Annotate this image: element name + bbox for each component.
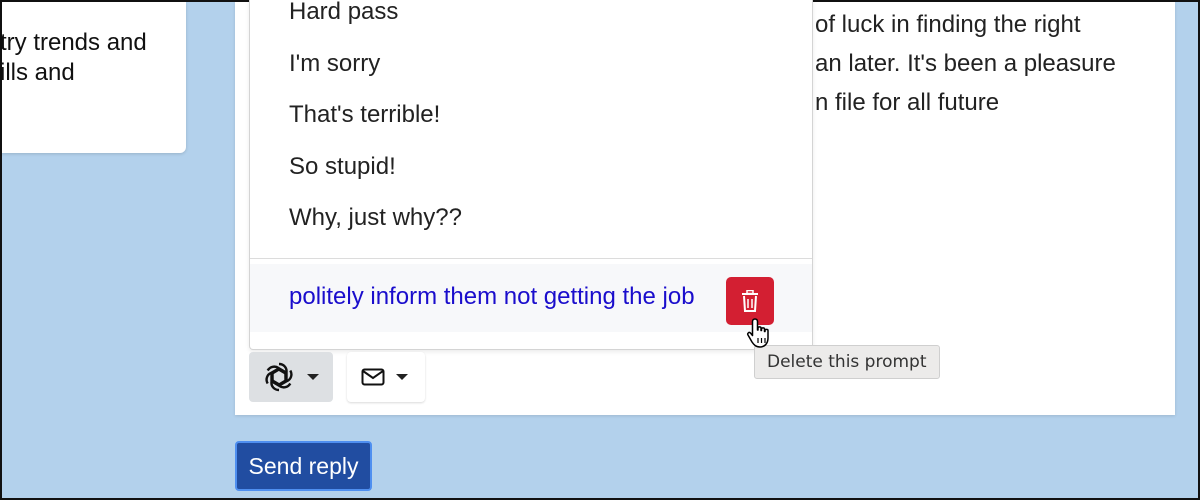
prompt-item-hard-pass[interactable]: Hard pass xyxy=(289,0,398,26)
chevron-down-icon xyxy=(307,374,319,380)
email-body-line-2: an later. It's been a pleasure xyxy=(815,50,1116,77)
custom-prompt-link[interactable]: politely inform them not getting the job xyxy=(289,283,695,311)
custom-prompt-row[interactable]: politely inform them not getting the job xyxy=(250,264,812,332)
delete-prompt-tooltip: Delete this prompt xyxy=(754,345,940,379)
email-body-line-3: n file for all future xyxy=(815,89,1000,116)
dropdown-divider xyxy=(250,258,812,259)
prompt-item-why-just-why[interactable]: Why, just why?? xyxy=(289,204,462,232)
ai-prompt-dropdown-button[interactable] xyxy=(249,352,333,402)
trash-icon xyxy=(742,290,758,312)
openai-logo-icon xyxy=(265,362,293,392)
prompt-item-thats-terrible[interactable]: That's terrible! xyxy=(289,101,440,129)
prompt-item-so-stupid[interactable]: So stupid! xyxy=(289,153,396,181)
email-template-dropdown-button[interactable] xyxy=(347,352,425,402)
previous-message-line-1: try trends and xyxy=(2,29,147,56)
prompt-dropdown-menu: Hard pass I'm sorry That's terrible! So … xyxy=(249,0,813,350)
hand-pointer-cursor-icon xyxy=(747,318,769,348)
previous-message-card: try trends and ills and xyxy=(2,2,186,153)
previous-message-line-2: ills and xyxy=(2,59,75,86)
email-body-line-1: of luck in finding the right xyxy=(815,11,1081,38)
send-reply-button[interactable]: Send reply xyxy=(235,441,372,491)
chevron-down-icon xyxy=(396,374,408,380)
prompt-item-im-sorry[interactable]: I'm sorry xyxy=(289,50,380,78)
envelope-icon xyxy=(361,368,385,386)
email-body-text[interactable]: of luck in finding the right an later. I… xyxy=(815,5,1165,122)
